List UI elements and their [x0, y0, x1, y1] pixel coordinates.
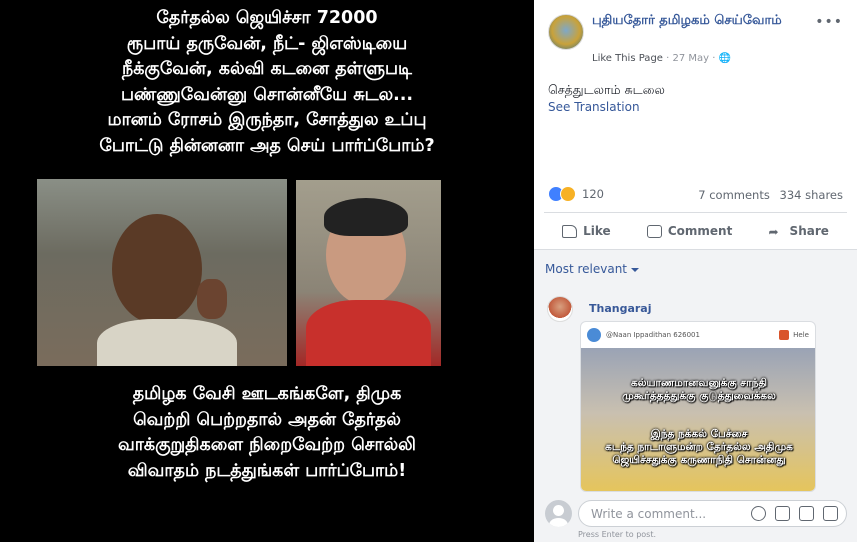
- chevron-down-icon: [631, 267, 640, 272]
- post-meta: Like This Page · 27 May · 🌐: [592, 53, 731, 64]
- reaction-count: 120: [582, 187, 604, 201]
- comment-label: Comment: [667, 224, 733, 238]
- meme-line: தமிழக வேசி ஊடகங்களே, திமுக: [132, 384, 402, 404]
- meme-line: ரூபாய் தருவேன், நீட்- ஜிஎஸ்டியை: [126, 33, 408, 54]
- comment-image-caption-bottom: இந்த நக்கல் பேச்சை கடந்த நாடாளுமன்ற தேர்…: [605, 428, 793, 466]
- meme-line: வெற்றி பெற்றதால் அதன் தேர்தல்: [133, 409, 401, 430]
- comment-placeholder: Write a comment...: [591, 507, 707, 521]
- meta-separator: ·: [712, 53, 716, 64]
- source-app-label: Hele: [793, 331, 809, 339]
- meme-top-text: தேர்தல்ல ஜெயிச்சா 72000 ரூபாய் தருவேன், …: [0, 6, 534, 159]
- post-text: செத்துடலாம் சுடலை: [548, 82, 665, 97]
- sticker-icon[interactable]: [823, 506, 838, 521]
- meme-line: நீக்குவேன், கல்வி கடனை தள்ளுபடி: [122, 59, 412, 79]
- share-button[interactable]: ➦ Share: [768, 224, 829, 239]
- more-options-icon[interactable]: •••: [815, 14, 843, 30]
- commenter-avatar[interactable]: [547, 296, 573, 322]
- share-arrow-icon: ➦: [768, 224, 779, 239]
- meme-line: விவாதம் நடத்துங்கள் பார்ப்போம்!: [127, 460, 407, 481]
- photo-panel[interactable]: தேர்தல்ல ஜெயிச்சா 72000 ரூபாய் தருவேன், …: [0, 0, 534, 542]
- gif-icon[interactable]: [799, 506, 814, 521]
- comment-input[interactable]: Write a comment...: [578, 500, 847, 527]
- meme-photo-left: [37, 179, 287, 366]
- page-avatar[interactable]: [548, 14, 584, 50]
- shares-count-link[interactable]: 334 shares: [780, 188, 843, 202]
- meme-bottom-text: தமிழக வேசி ஊடகங்களே, திமுக வெற்றி பெற்றத…: [0, 382, 534, 484]
- comment-sort-dropdown[interactable]: Most relevant: [545, 262, 640, 276]
- meme-line: வாக்குறுதிகளை நிறைவேற்ற சொல்லி: [118, 435, 416, 455]
- meme-line: தேர்தல்ல ஜெயிச்சா 72000: [156, 8, 378, 28]
- meme-photo-right: [296, 180, 441, 366]
- facebook-photo-viewer: தேர்தல்ல ஜெயிச்சா 72000 ரூபாய் தருவேன், …: [0, 0, 857, 542]
- post-date[interactable]: 27 May: [673, 53, 710, 64]
- engagement-counts: 7 comments 334 shares: [692, 188, 843, 202]
- post-actions: Like Comment ➦ Share: [544, 214, 847, 248]
- reactions-summary[interactable]: 120: [548, 185, 604, 203]
- globe-icon: 🌐: [718, 53, 732, 64]
- haha-reaction-icon: [560, 186, 576, 202]
- source-handle: @Naan Ippadithan 626001: [606, 331, 700, 339]
- source-logo-icon: [587, 328, 601, 342]
- comment-image[interactable]: @Naan Ippadithan 626001 Hele கல்யாணமானவன…: [580, 321, 816, 492]
- like-page-link[interactable]: Like This Page: [592, 53, 663, 64]
- sort-label: Most relevant: [545, 262, 628, 276]
- meta-separator: ·: [666, 53, 670, 64]
- user-avatar: [545, 500, 572, 527]
- meme-line: பண்ணுவேன்னு சொன்னீயே சுடல...: [120, 84, 414, 105]
- comment-image-photo: [581, 348, 815, 491]
- comment-image-header: @Naan Ippadithan 626001 Hele: [581, 322, 815, 348]
- meme-line: போட்டு தின்னனா அத செய் பார்ப்போம்?: [99, 135, 435, 156]
- post-sidebar: புதியதோர் தமிழகம் செய்வோம் Like This Pag…: [534, 0, 857, 542]
- comment-image-caption-top: கல்யாணமானவனுக்கு சாந்தி முகூர்த்தத்துக்க…: [622, 377, 776, 402]
- composer-icons: [751, 506, 838, 521]
- share-label: Share: [789, 224, 829, 238]
- comment-button[interactable]: Comment: [646, 224, 733, 238]
- like-button[interactable]: Like: [562, 224, 611, 238]
- meme-line: மானம் ரோசம் இருந்தா, சோத்துல உப்பு: [107, 110, 427, 130]
- see-translation-link[interactable]: See Translation: [548, 100, 640, 114]
- hele-logo-icon: [779, 330, 790, 340]
- comments-count-link[interactable]: 7 comments: [698, 188, 770, 202]
- thumbs-up-icon: [562, 224, 578, 238]
- camera-icon[interactable]: [775, 506, 790, 521]
- press-enter-hint: Press Enter to post.: [578, 530, 657, 539]
- comment-bubble-icon: [646, 224, 662, 238]
- page-name-link[interactable]: புதியதோர் தமிழகம் செய்வோம்: [592, 13, 792, 29]
- commenter-name[interactable]: Thangaraj: [589, 302, 652, 315]
- divider: [544, 212, 847, 213]
- emoji-icon[interactable]: [751, 506, 766, 521]
- like-label: Like: [583, 224, 611, 238]
